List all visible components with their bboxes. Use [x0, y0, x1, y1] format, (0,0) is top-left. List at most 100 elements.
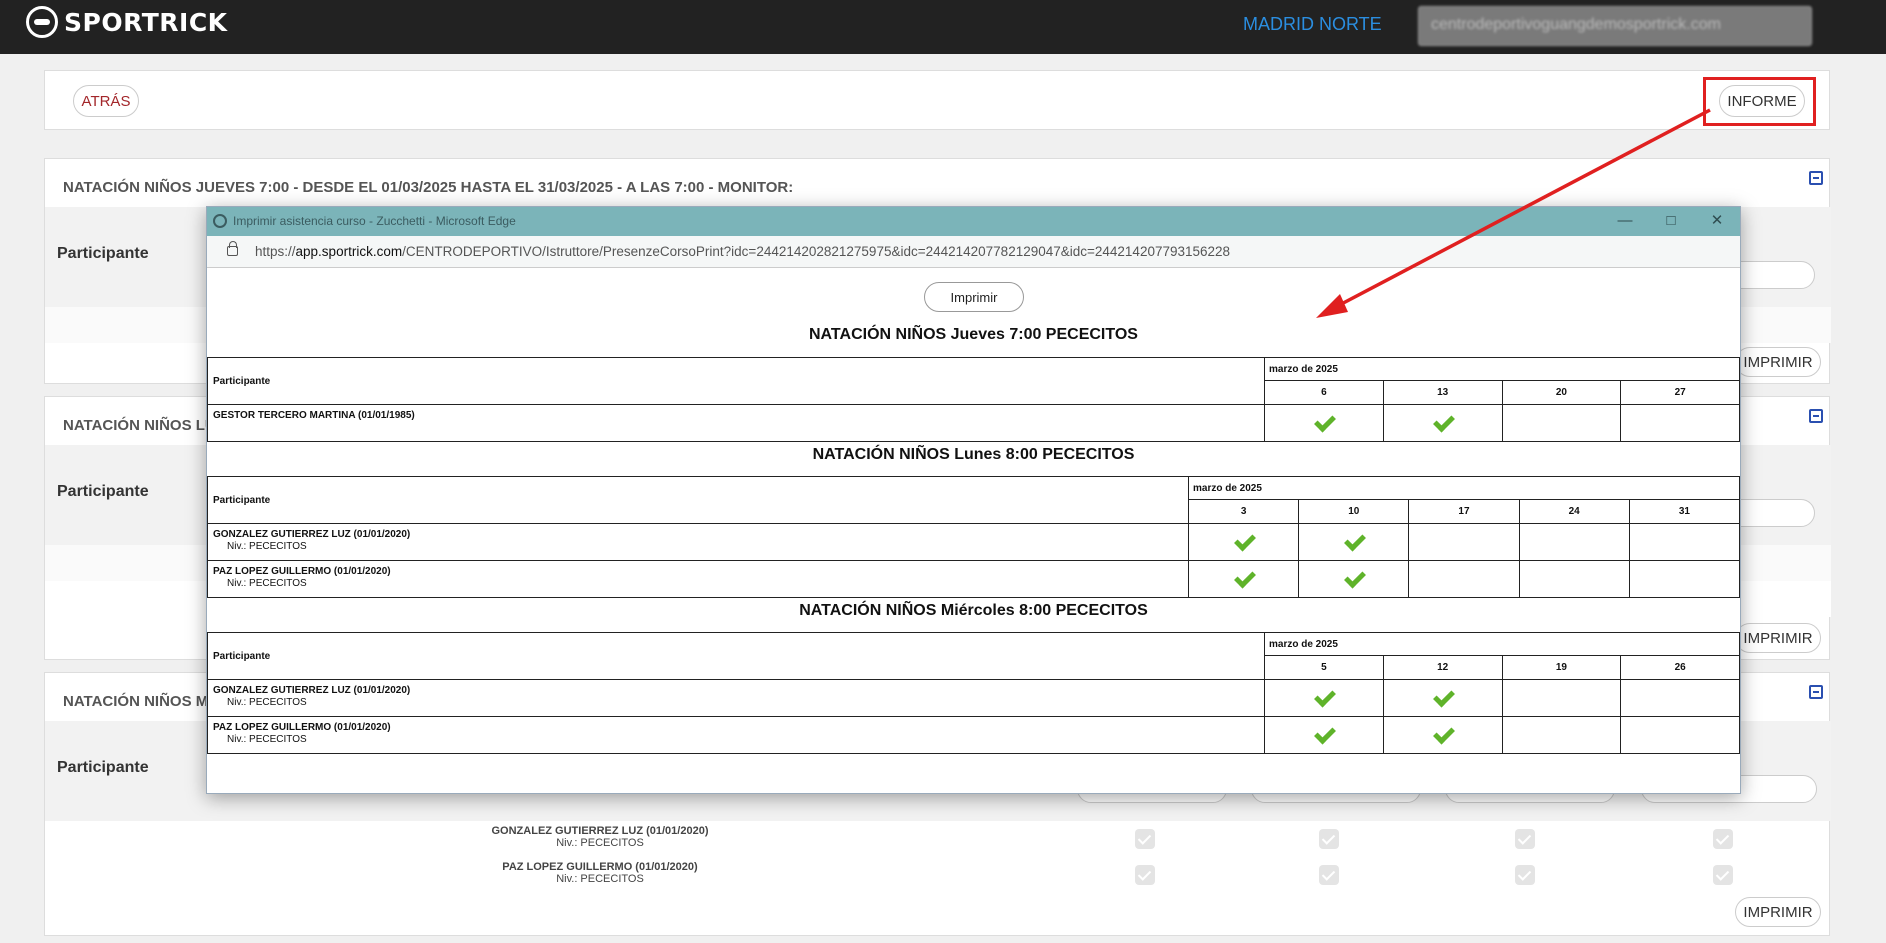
- course-title: NATACIÓN NIÑOS JUEVES 7:00 - DESDE EL 01…: [63, 179, 794, 196]
- day-header: 20: [1501, 380, 1622, 405]
- attendance-cell: [1382, 679, 1503, 717]
- month-header: marzo de 2025: [1264, 357, 1740, 381]
- address-bar[interactable]: https://app.sportrick.com/CENTRODEPORTIV…: [207, 236, 1740, 268]
- check-icon: [1313, 689, 1335, 705]
- back-button[interactable]: ATRÁS: [73, 85, 139, 117]
- participant-cell: GONZALEZ GUTIERREZ LUZ (01/01/2020) Niv.:…: [207, 523, 1189, 561]
- day-header: 27: [1620, 380, 1740, 405]
- popup-titlebar[interactable]: Imprimir asistencia curso - Zucchetti - …: [207, 207, 1740, 236]
- minimize-icon[interactable]: —: [1615, 211, 1635, 231]
- check-icon: [1343, 533, 1365, 549]
- attendance-cell: [1501, 716, 1622, 754]
- attendance-cell: [1264, 716, 1384, 754]
- check-icon: [1343, 570, 1365, 586]
- attendance-cell: [1187, 560, 1300, 598]
- month-header: marzo de 2025: [1188, 476, 1740, 500]
- attendance-checkbox[interactable]: [1515, 865, 1535, 885]
- check-icon: [1233, 533, 1255, 549]
- day-header: 19: [1501, 655, 1622, 680]
- maximize-icon[interactable]: □: [1661, 211, 1681, 231]
- participant-cell: PAZ LOPEZ GUILLERMO (01/01/2020) Niv.: PE…: [207, 560, 1189, 598]
- participant-header: Participante: [207, 632, 1265, 680]
- day-header: 24: [1518, 499, 1630, 524]
- attendance-cell: [1620, 716, 1740, 754]
- course-title: NATACIÓN NIÑOS MI: [63, 693, 213, 710]
- attendance-checkbox[interactable]: [1135, 865, 1155, 885]
- collapse-icon[interactable]: [1809, 171, 1823, 185]
- url-text: https://app.sportrick.com/CENTRODEPORTIV…: [255, 244, 1231, 259]
- attendance-checkbox[interactable]: [1319, 829, 1339, 849]
- attendance-cell: [1382, 716, 1503, 754]
- action-panel: ATRÁS INFORME: [44, 70, 1830, 130]
- club-name[interactable]: MADRID NORTE: [1243, 14, 1382, 35]
- attendance-cell: [1298, 523, 1410, 561]
- day-header: 12: [1382, 655, 1503, 680]
- report-highlight-box: [1703, 77, 1816, 126]
- participant-level: Niv.: PECECITOS: [227, 578, 307, 589]
- attendance-checkbox[interactable]: [1713, 865, 1733, 885]
- section-title: NATACIÓN NIÑOS Lunes 8:00 PECECITOS: [812, 446, 1135, 463]
- day-header: 13: [1382, 380, 1503, 405]
- attendance-checkbox[interactable]: [1135, 829, 1155, 849]
- attendance-cell: [1628, 560, 1741, 598]
- day-header: 10: [1298, 499, 1410, 524]
- logo-icon: [26, 6, 58, 38]
- check-icon: [1233, 570, 1255, 586]
- attendance-cell: [1408, 560, 1520, 598]
- participant-name: GONZALEZ GUTIERREZ LUZ (01/01/2020): [491, 825, 709, 837]
- day-header: 31: [1628, 499, 1741, 524]
- check-icon: [1432, 689, 1454, 705]
- popup-title: Imprimir asistencia curso - Zucchetti - …: [233, 214, 516, 228]
- attendance-cell: [1628, 523, 1741, 561]
- attendance-cell: [1187, 523, 1300, 561]
- close-icon[interactable]: ✕: [1707, 211, 1727, 231]
- collapse-icon[interactable]: [1809, 409, 1823, 423]
- participant-header: Participante: [207, 476, 1189, 524]
- check-icon: [1432, 726, 1454, 742]
- participant-cell: GESTOR TERCERO MARTINA (01/01/1985): [207, 404, 1265, 442]
- month-header: marzo de 2025: [1264, 632, 1740, 656]
- participant-label: Participante: [57, 483, 149, 500]
- participant-level: Niv.: PECECITOS: [227, 697, 307, 708]
- participant-name: GESTOR TERCERO MARTINA (01/01/1985): [213, 410, 415, 421]
- print-button[interactable]: IMPRIMIR: [1735, 623, 1821, 653]
- attendance-checkbox[interactable]: [1515, 829, 1535, 849]
- check-icon: [1313, 726, 1335, 742]
- attendance-table: Participante marzo de 2025 3 10 17 24 31…: [207, 476, 1741, 598]
- course-title: NATACIÓN NIÑOS LU: [63, 417, 216, 434]
- attendance-cell: [1501, 404, 1622, 442]
- collapse-icon[interactable]: [1809, 685, 1823, 699]
- sportrick-logo[interactable]: SPORTRICK: [26, 6, 228, 38]
- day-header: 17: [1408, 499, 1520, 524]
- imprimir-button[interactable]: Imprimir: [924, 282, 1024, 312]
- participant-cell: PAZ LOPEZ GUILLERMO (01/01/2020) Niv.: PE…: [207, 716, 1265, 754]
- participant-name: PAZ LOPEZ GUILLERMO (01/01/2020): [213, 722, 391, 733]
- attendance-cell: [1382, 404, 1503, 442]
- attendance-cell: [1264, 404, 1384, 442]
- logo-text: SPORTRICK: [64, 7, 228, 37]
- section-title: NATACIÓN NIÑOS Jueves 7:00 PECECITOS: [809, 326, 1138, 343]
- attendance-checkbox[interactable]: [1713, 829, 1733, 849]
- print-popup-window: Imprimir asistencia curso - Zucchetti - …: [206, 206, 1741, 794]
- attendance-cell: [1620, 679, 1740, 717]
- print-button[interactable]: IMPRIMIR: [1735, 347, 1821, 377]
- participant-level: Niv.: PECECITOS: [227, 734, 307, 745]
- attendance-cell: [1408, 523, 1520, 561]
- section-title: NATACIÓN NIÑOS Miércoles 8:00 PECECITOS: [799, 602, 1148, 619]
- participant-level: Niv.: PECECITOS: [556, 873, 644, 885]
- participant-name: PAZ LOPEZ GUILLERMO (01/01/2020): [502, 861, 698, 873]
- user-account-box[interactable]: centrodeportivoguangdemosportrick.com: [1418, 6, 1812, 46]
- day-header: 5: [1264, 655, 1384, 680]
- participant-name: PAZ LOPEZ GUILLERMO (01/01/2020): [213, 566, 391, 577]
- attendance-checkbox[interactable]: [1319, 865, 1339, 885]
- day-header: 26: [1620, 655, 1740, 680]
- print-button[interactable]: IMPRIMIR: [1735, 897, 1821, 927]
- attendance-cell: [1518, 523, 1630, 561]
- day-header: 3: [1187, 499, 1300, 524]
- day-header: 6: [1264, 380, 1384, 405]
- participant-name: GONZALEZ GUTIERREZ LUZ (01/01/2020): [213, 685, 411, 696]
- attendance-table: Participante marzo de 2025 6 13 20 27 GE…: [207, 357, 1740, 442]
- check-icon: [1432, 414, 1454, 430]
- participant-level: Niv.: PECECITOS: [556, 837, 644, 849]
- lock-icon: [227, 241, 238, 256]
